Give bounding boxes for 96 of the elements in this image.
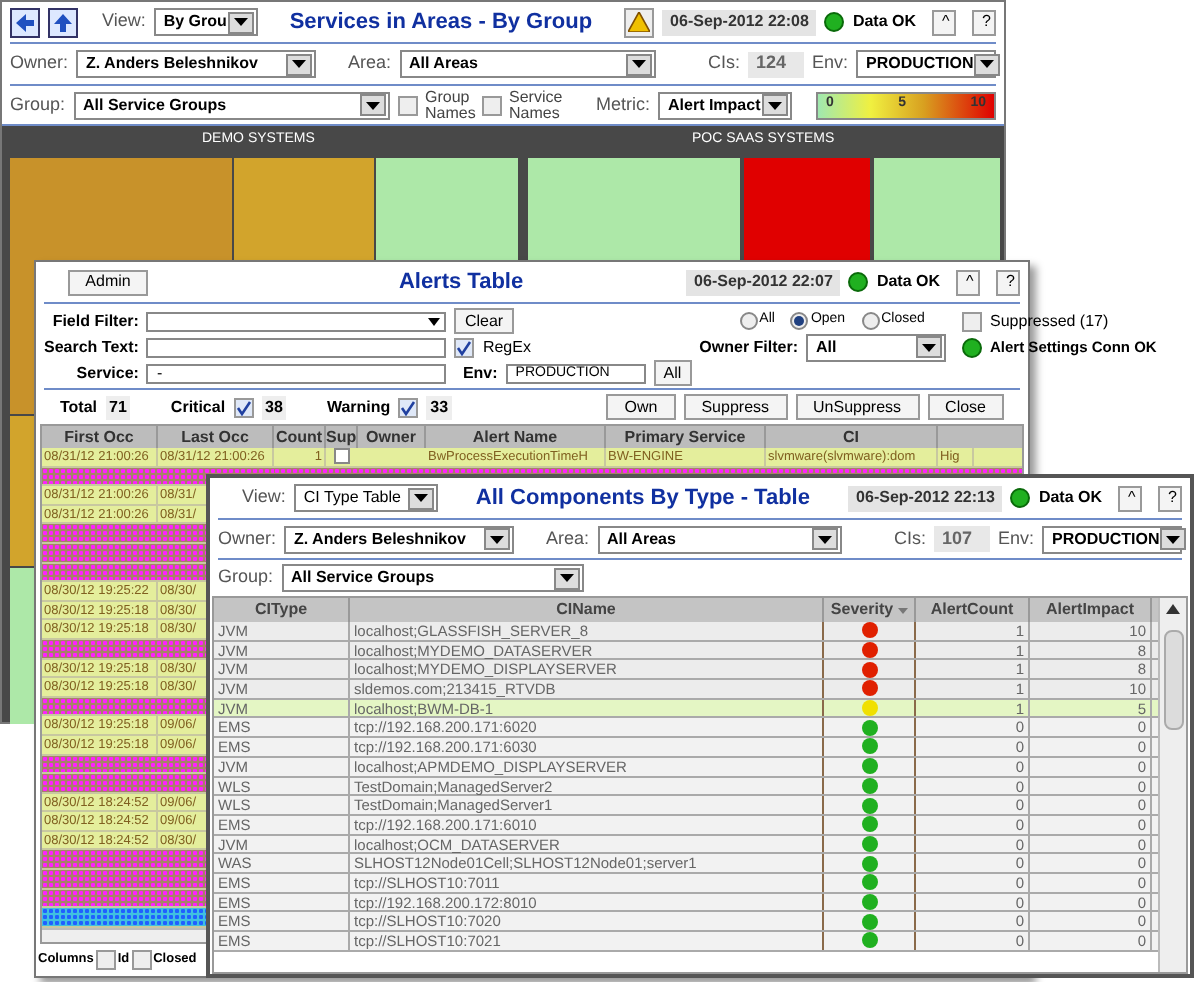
scroll-up-icon[interactable]	[1166, 604, 1180, 614]
button[interactable]: UnSuppress	[795, 394, 920, 420]
checkbox-label: Service Names	[509, 89, 562, 121]
field-label: Owner Filter:	[699, 335, 799, 359]
caret-icon	[1159, 528, 1186, 550]
button[interactable]: Admin	[68, 269, 148, 295]
window-title: All Components By Type - Table	[473, 483, 812, 514]
dropdown[interactable]: All Areas	[597, 525, 842, 553]
status-text: Data OK	[852, 10, 916, 34]
button[interactable]: Own	[606, 394, 676, 420]
ci-count: 124	[747, 51, 804, 77]
caret-icon	[227, 11, 254, 33]
caret-icon	[553, 567, 580, 589]
dropdown[interactable]: All Areas	[399, 50, 656, 78]
button[interactable]: ?	[972, 9, 996, 35]
dropdown[interactable]: All	[806, 333, 947, 361]
scrollbar-thumb[interactable]	[1163, 630, 1183, 730]
caret-icon	[625, 53, 652, 75]
checkbox[interactable]	[334, 448, 350, 465]
checkbox[interactable]	[95, 950, 116, 970]
button[interactable]: ?	[1158, 485, 1182, 511]
checkbox[interactable]	[454, 337, 475, 357]
ci-count: 107	[933, 526, 990, 552]
warning-count: 33	[426, 395, 453, 419]
radio-button[interactable]	[790, 312, 809, 330]
field-label: Owner:	[10, 50, 69, 77]
checkbox[interactable]	[397, 95, 418, 115]
button[interactable]: ^	[956, 269, 980, 295]
caret-icon	[762, 94, 788, 116]
field-label: Area:	[348, 50, 392, 77]
caret-icon	[811, 528, 838, 550]
total-label: Total	[60, 395, 98, 419]
total-count: 71	[105, 395, 131, 419]
window-title: Services in Areas - By Group	[287, 7, 595, 38]
caret-icon	[407, 487, 434, 509]
dropdown[interactable]: Z. Anders Beleshnikov	[284, 525, 515, 553]
timestamp: 06-Sep-2012 22:13	[848, 485, 1003, 511]
window-title: Alerts Table	[396, 267, 526, 298]
caret-icon	[424, 313, 445, 329]
button[interactable]: All	[653, 360, 692, 386]
checkbox[interactable]	[233, 397, 254, 417]
button[interactable]: Close	[927, 394, 1004, 420]
field-label: View:	[102, 8, 146, 35]
field-label: Service:	[76, 362, 139, 384]
sort-icon	[897, 607, 908, 613]
dropdown[interactable]: PRODUCTION	[1042, 525, 1182, 553]
dropdown[interactable]: All Service Groups	[73, 91, 390, 119]
field-label: Search Text:	[44, 336, 139, 358]
vertical-scrollbar[interactable]	[1158, 598, 1186, 972]
checkbox[interactable]	[481, 95, 502, 115]
timestamp: 06-Sep-2012 22:07	[686, 269, 841, 295]
checkbox-label: RegEx	[482, 335, 531, 359]
radio-button[interactable]	[739, 312, 758, 330]
checkbox-label: Warning	[326, 395, 391, 419]
checkbox-label: Suppressed (17)	[990, 309, 1109, 333]
button[interactable]: ^	[1118, 485, 1142, 511]
caret-icon	[484, 528, 511, 550]
field-label: CIs:	[893, 525, 926, 552]
dropdown[interactable]: Alert Impact	[658, 91, 792, 119]
field-label: Env:	[462, 361, 498, 385]
caret-icon	[916, 336, 943, 358]
radio-button[interactable]	[861, 312, 880, 330]
dropdown[interactable]: All Service Groups	[281, 564, 584, 592]
caret-icon	[286, 53, 313, 75]
warning-icon[interactable]	[624, 7, 655, 37]
caret-icon	[973, 53, 1000, 75]
field-label: Metric:	[596, 91, 650, 118]
input-field[interactable]	[146, 337, 447, 357]
checkbox-label: Group Names	[425, 89, 474, 121]
critical-count: 38	[261, 395, 287, 419]
back-arrow-icon[interactable]	[10, 7, 40, 37]
field-label: Env:	[997, 525, 1034, 552]
checkbox[interactable]	[398, 397, 419, 417]
field-label: Area:	[546, 525, 590, 552]
button[interactable]: Suppress	[683, 394, 788, 420]
dropdown[interactable]: PRODUCTION	[856, 50, 996, 78]
dropdown[interactable]: By Grou	[153, 8, 258, 36]
checkbox[interactable]	[962, 311, 983, 331]
field-label: Field Filter:	[52, 310, 139, 332]
up-arrow-icon[interactable]	[48, 7, 78, 37]
timestamp: 06-Sep-2012 22:08	[662, 9, 817, 35]
field-label: Env:	[811, 50, 848, 77]
button[interactable]: ?	[996, 269, 1020, 295]
caret-icon	[359, 94, 386, 116]
status-text: Data OK	[1038, 486, 1102, 510]
status-text: Data OK	[876, 270, 940, 294]
checkbox-label: Critical	[170, 395, 226, 419]
input-field[interactable]: -	[146, 363, 447, 383]
field-label: Group:	[10, 91, 66, 118]
field-label: CIs:	[707, 50, 740, 77]
field-label: Owner:	[218, 525, 277, 552]
checkbox[interactable]	[131, 950, 152, 970]
button[interactable]: ^	[932, 9, 956, 35]
dropdown[interactable]: CI Type Table	[293, 484, 438, 512]
dropdown[interactable]: Z. Anders Beleshnikov	[76, 50, 317, 78]
button[interactable]: Clear	[454, 308, 514, 334]
